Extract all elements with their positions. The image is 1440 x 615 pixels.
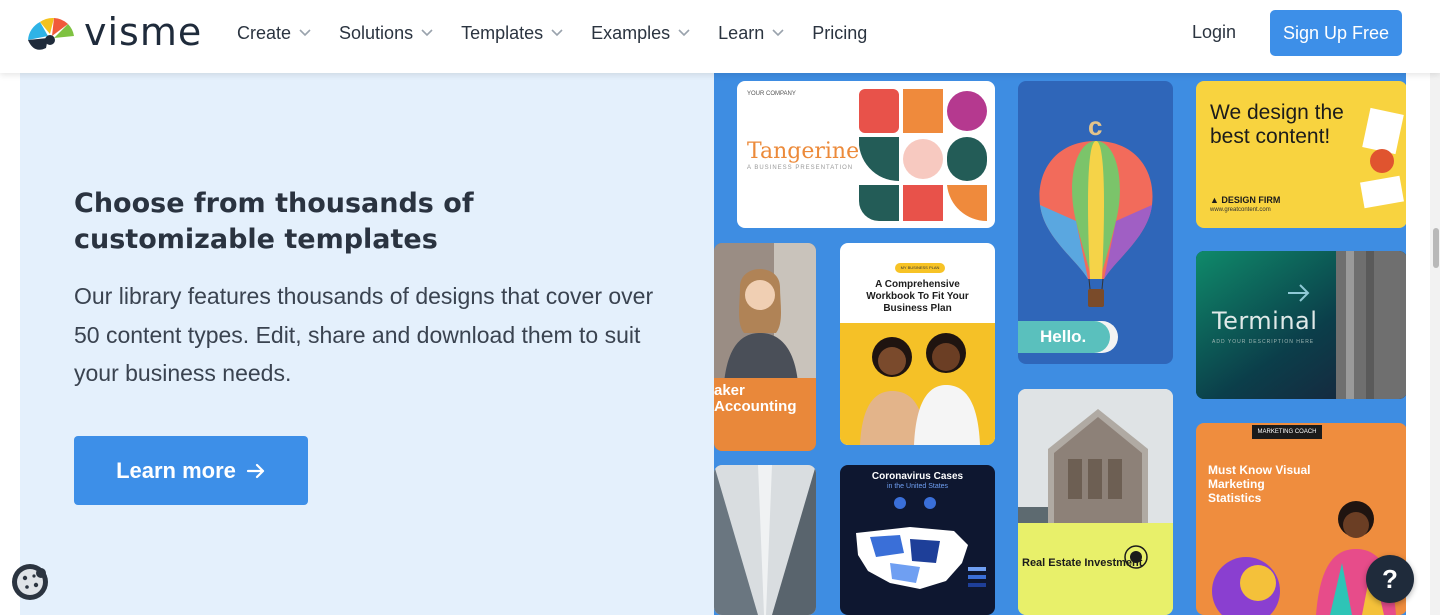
- main-nav: Create Solutions Templates Examples Lear…: [237, 20, 895, 46]
- hero-body: Our library features thousands of design…: [74, 283, 654, 386]
- visme-logo-icon: [28, 17, 74, 50]
- design-firm-name: ▲ DESIGN FIRM: [1210, 195, 1281, 205]
- tangerine-shapes-graphic: [859, 89, 987, 221]
- logo-wordmark: visme: [84, 10, 203, 54]
- nav-create[interactable]: Create: [237, 20, 311, 46]
- learn-more-label: Learn more: [116, 457, 236, 483]
- modern-house-photo: [1018, 389, 1173, 529]
- chevron-down-icon: [772, 29, 784, 37]
- business-plan-pill: MY BUSINESS PLAN: [895, 263, 945, 273]
- page-scrollbar[interactable]: [1430, 0, 1440, 615]
- tangerine-company: YOUR COMPANY: [747, 91, 796, 97]
- template-card-skyscraper[interactable]: [714, 465, 816, 615]
- template-collage: YOUR COMPANY Tangerine A BUSINESS PRESEN…: [714, 73, 1406, 615]
- nav-pricing[interactable]: Pricing: [812, 20, 867, 46]
- nav-learn-label: Learn: [718, 22, 765, 43]
- nav-learn[interactable]: Learn: [718, 20, 784, 46]
- template-card-accounting[interactable]: aker Accounting: [714, 243, 816, 451]
- template-card-tangerine[interactable]: YOUR COMPANY Tangerine A BUSINESS PRESEN…: [737, 81, 995, 228]
- scrollbar-thumb[interactable]: [1433, 228, 1439, 268]
- login-link[interactable]: Login: [1192, 22, 1236, 43]
- chevron-down-icon: [299, 29, 311, 37]
- skyscraper-photo: [714, 465, 816, 615]
- nav-solutions-label: Solutions: [339, 22, 414, 43]
- cookie-icon: [17, 568, 46, 595]
- real-estate-label-bg: [1018, 523, 1173, 615]
- template-card-design-firm[interactable]: We design the best content! ▲ DESIGN FIR…: [1196, 81, 1406, 228]
- nav-templates[interactable]: Templates: [461, 20, 563, 46]
- coronavirus-title: Coronavirus Cases: [871, 471, 964, 482]
- hero-headline: Choose from thousands of customizable te…: [74, 188, 474, 255]
- businesswoman-photo: [714, 243, 816, 383]
- chevron-down-icon: [421, 29, 433, 37]
- nav-create-label: Create: [237, 22, 292, 43]
- help-button[interactable]: ?: [1366, 555, 1414, 603]
- template-card-real-estate[interactable]: Real Estate Investment: [1018, 389, 1173, 615]
- visme-logo[interactable]: visme: [24, 10, 203, 54]
- sign-up-button[interactable]: Sign Up Free: [1270, 10, 1402, 56]
- chevron-down-icon: [551, 29, 563, 37]
- accounting-title: aker Accounting: [714, 382, 797, 415]
- hello-bubble: Hello.: [1018, 321, 1110, 353]
- terminal-title: Terminal: [1212, 307, 1318, 335]
- template-card-business-plan[interactable]: MY BUSINESS PLAN A Comprehensive Workboo…: [840, 243, 995, 445]
- design-firm-url: www.greatcontent.com: [1210, 207, 1271, 213]
- template-card-balloon[interactable]: c Hello.: [1018, 81, 1173, 364]
- us-map-graphic: [856, 497, 986, 589]
- tangerine-title: Tangerine: [747, 139, 860, 164]
- nav-examples-label: Examples: [591, 22, 671, 43]
- business-plan-title: A Comprehensive Workbook To Fit Your Bus…: [866, 279, 969, 314]
- nav-solutions[interactable]: Solutions: [339, 20, 433, 46]
- learn-more-button[interactable]: Learn more: [74, 436, 308, 505]
- tangerine-subtitle: A BUSINESS PRESENTATION: [747, 165, 854, 171]
- nav-examples[interactable]: Examples: [591, 20, 690, 46]
- real-estate-badge: [1124, 545, 1148, 569]
- balloon-logo: c: [1088, 111, 1103, 141]
- design-firm-title: We design the best content!: [1210, 101, 1344, 148]
- cookie-settings-icon[interactable]: [12, 564, 48, 600]
- template-card-terminal[interactable]: Terminal ADD YOUR DESCRIPTION HERE: [1196, 251, 1406, 399]
- coronavirus-subtitle: in the United States: [886, 483, 949, 490]
- hot-air-balloon-image: [1039, 141, 1153, 307]
- nav-pricing-label: Pricing: [812, 22, 868, 43]
- nav-templates-label: Templates: [461, 22, 544, 43]
- site-header: visme Create Solutions Templates Example…: [0, 0, 1440, 73]
- arrow-right-icon: [246, 463, 265, 478]
- two-women-photo: [860, 333, 980, 445]
- terminal-subtitle: ADD YOUR DESCRIPTION HERE: [1212, 339, 1315, 345]
- design-firm-graphic: [1360, 107, 1404, 209]
- template-card-coronavirus[interactable]: Coronavirus Cases in the United States: [840, 465, 995, 615]
- chevron-down-icon: [678, 29, 690, 37]
